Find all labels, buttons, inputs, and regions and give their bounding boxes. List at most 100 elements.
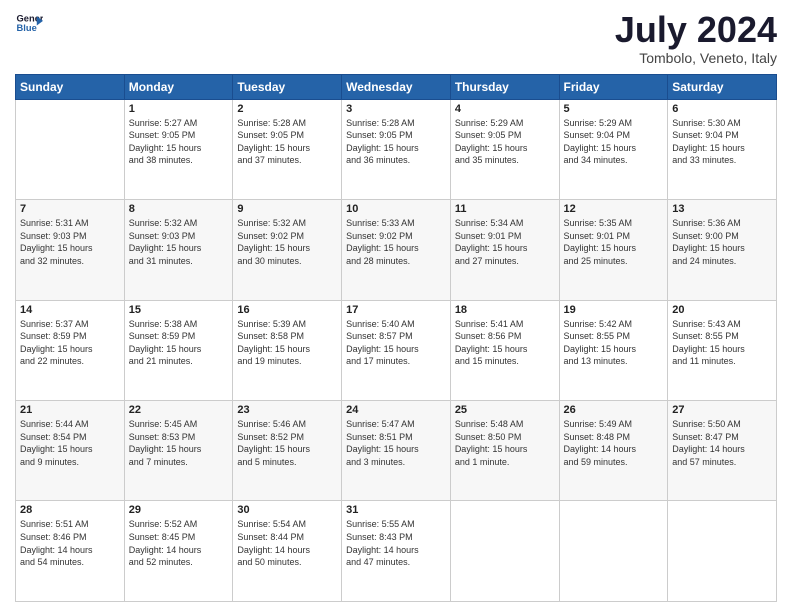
day-info: Sunrise: 5:29 AM Sunset: 9:04 PM Dayligh… xyxy=(564,117,664,167)
day-header-thursday: Thursday xyxy=(450,74,559,99)
calendar-cell: 5 Sunrise: 5:29 AM Sunset: 9:04 PM Daylig… xyxy=(559,99,668,199)
calendar-table: SundayMondayTuesdayWednesdayThursdayFrid… xyxy=(15,74,777,602)
day-number: 15 xyxy=(129,304,229,316)
calendar-cell: 28Sunrise: 5:51 AM Sunset: 8:46 PM Dayli… xyxy=(16,501,125,602)
calendar-cell: 30 Sunrise: 5:54 AM Sunset: 8:44 PM Dayli… xyxy=(233,501,342,602)
calendar-cell: 1Sunrise: 5:27 AM Sunset: 9:05 PM Daylig… xyxy=(124,99,233,199)
day-number: 29 xyxy=(129,504,229,516)
calendar-cell: 31Sunrise: 5:55 AM Sunset: 8:43 PM Dayli… xyxy=(342,501,451,602)
day-number: 11 xyxy=(455,203,555,215)
day-number: 18 xyxy=(455,304,555,316)
calendar-cell: 27 Sunrise: 5:50 AM Sunset: 8:47 PM Dayli… xyxy=(668,401,777,501)
day-number: 24 xyxy=(346,404,446,416)
calendar-cell xyxy=(450,501,559,602)
day-info: Sunrise: 5:46 AM Sunset: 8:52 PM Dayligh… xyxy=(237,418,337,468)
day-number: 22 xyxy=(129,404,229,416)
day-number: 5 xyxy=(564,103,664,115)
day-info: Sunrise: 5:35 AM Sunset: 9:01 PM Dayligh… xyxy=(564,217,664,267)
calendar-cell: 26 Sunrise: 5:49 AM Sunset: 8:48 PM Dayli… xyxy=(559,401,668,501)
calendar-cell: 11 Sunrise: 5:34 AM Sunset: 9:01 PM Dayli… xyxy=(450,200,559,300)
calendar-cell: 2Sunrise: 5:28 AM Sunset: 9:05 PM Daylig… xyxy=(233,99,342,199)
calendar-cell: 22Sunrise: 5:45 AM Sunset: 8:53 PM Dayli… xyxy=(124,401,233,501)
day-info: Sunrise: 5:28 AM Sunset: 9:05 PM Dayligh… xyxy=(346,117,446,167)
day-number: 9 xyxy=(237,203,337,215)
calendar-cell: 7 Sunrise: 5:31 AM Sunset: 9:03 PM Daylig… xyxy=(16,200,125,300)
calendar-cell: 4 Sunrise: 5:29 AM Sunset: 9:05 PM Daylig… xyxy=(450,99,559,199)
day-number: 13 xyxy=(672,203,772,215)
day-info: Sunrise: 5:38 AM Sunset: 8:59 PM Dayligh… xyxy=(129,318,229,368)
day-info: Sunrise: 5:31 AM Sunset: 9:03 PM Dayligh… xyxy=(20,217,120,267)
calendar-cell: 15 Sunrise: 5:38 AM Sunset: 8:59 PM Dayli… xyxy=(124,300,233,400)
logo-icon: General Blue xyxy=(15,10,43,38)
day-info: Sunrise: 5:51 AM Sunset: 8:46 PM Dayligh… xyxy=(20,518,120,568)
calendar-header-row: SundayMondayTuesdayWednesdayThursdayFrid… xyxy=(16,74,777,99)
day-number: 4 xyxy=(455,103,555,115)
day-number: 8 xyxy=(129,203,229,215)
day-number: 25 xyxy=(455,404,555,416)
day-info: Sunrise: 5:44 AM Sunset: 8:54 PM Dayligh… xyxy=(20,418,120,468)
calendar-cell: 8 Sunrise: 5:32 AM Sunset: 9:03 PM Daylig… xyxy=(124,200,233,300)
calendar-cell: 20 Sunrise: 5:43 AM Sunset: 8:55 PM Dayli… xyxy=(668,300,777,400)
day-info: Sunrise: 5:49 AM Sunset: 8:48 PM Dayligh… xyxy=(564,418,664,468)
day-number: 30 xyxy=(237,504,337,516)
day-info: Sunrise: 5:47 AM Sunset: 8:51 PM Dayligh… xyxy=(346,418,446,468)
week-row-1: 1Sunrise: 5:27 AM Sunset: 9:05 PM Daylig… xyxy=(16,99,777,199)
day-info: Sunrise: 5:39 AM Sunset: 8:58 PM Dayligh… xyxy=(237,318,337,368)
day-info: Sunrise: 5:36 AM Sunset: 9:00 PM Dayligh… xyxy=(672,217,772,267)
day-number: 19 xyxy=(564,304,664,316)
location: Tombolo, Veneto, Italy xyxy=(615,50,777,66)
week-row-5: 28Sunrise: 5:51 AM Sunset: 8:46 PM Dayli… xyxy=(16,501,777,602)
day-header-friday: Friday xyxy=(559,74,668,99)
calendar-cell: 25Sunrise: 5:48 AM Sunset: 8:50 PM Dayli… xyxy=(450,401,559,501)
day-info: Sunrise: 5:28 AM Sunset: 9:05 PM Dayligh… xyxy=(237,117,337,167)
calendar-cell: 19 Sunrise: 5:42 AM Sunset: 8:55 PM Dayli… xyxy=(559,300,668,400)
day-info: Sunrise: 5:32 AM Sunset: 9:03 PM Dayligh… xyxy=(129,217,229,267)
day-info: Sunrise: 5:54 AM Sunset: 8:44 PM Dayligh… xyxy=(237,518,337,568)
calendar-cell xyxy=(16,99,125,199)
day-number: 6 xyxy=(672,103,772,115)
calendar-cell: 6 Sunrise: 5:30 AM Sunset: 9:04 PM Daylig… xyxy=(668,99,777,199)
day-number: 7 xyxy=(20,203,120,215)
page: General Blue July 2024 Tombolo, Veneto, … xyxy=(0,0,792,612)
day-number: 23 xyxy=(237,404,337,416)
calendar-cell xyxy=(559,501,668,602)
day-number: 21 xyxy=(20,404,120,416)
day-info: Sunrise: 5:43 AM Sunset: 8:55 PM Dayligh… xyxy=(672,318,772,368)
day-number: 1 xyxy=(129,103,229,115)
day-header-wednesday: Wednesday xyxy=(342,74,451,99)
day-info: Sunrise: 5:55 AM Sunset: 8:43 PM Dayligh… xyxy=(346,518,446,568)
calendar-cell: 9Sunrise: 5:32 AM Sunset: 9:02 PM Daylig… xyxy=(233,200,342,300)
day-info: Sunrise: 5:33 AM Sunset: 9:02 PM Dayligh… xyxy=(346,217,446,267)
day-header-monday: Monday xyxy=(124,74,233,99)
day-number: 3 xyxy=(346,103,446,115)
header: General Blue July 2024 Tombolo, Veneto, … xyxy=(15,10,777,66)
day-info: Sunrise: 5:30 AM Sunset: 9:04 PM Dayligh… xyxy=(672,117,772,167)
day-info: Sunrise: 5:42 AM Sunset: 8:55 PM Dayligh… xyxy=(564,318,664,368)
day-number: 17 xyxy=(346,304,446,316)
day-info: Sunrise: 5:50 AM Sunset: 8:47 PM Dayligh… xyxy=(672,418,772,468)
day-header-sunday: Sunday xyxy=(16,74,125,99)
calendar-cell: 21 Sunrise: 5:44 AM Sunset: 8:54 PM Dayli… xyxy=(16,401,125,501)
calendar-cell: 18 Sunrise: 5:41 AM Sunset: 8:56 PM Dayli… xyxy=(450,300,559,400)
day-info: Sunrise: 5:29 AM Sunset: 9:05 PM Dayligh… xyxy=(455,117,555,167)
calendar-cell: 12Sunrise: 5:35 AM Sunset: 9:01 PM Dayli… xyxy=(559,200,668,300)
calendar-cell: 23 Sunrise: 5:46 AM Sunset: 8:52 PM Dayli… xyxy=(233,401,342,501)
day-header-tuesday: Tuesday xyxy=(233,74,342,99)
day-info: Sunrise: 5:40 AM Sunset: 8:57 PM Dayligh… xyxy=(346,318,446,368)
day-number: 27 xyxy=(672,404,772,416)
day-info: Sunrise: 5:41 AM Sunset: 8:56 PM Dayligh… xyxy=(455,318,555,368)
calendar-cell: 17 Sunrise: 5:40 AM Sunset: 8:57 PM Dayli… xyxy=(342,300,451,400)
logo: General Blue xyxy=(15,10,43,38)
day-header-saturday: Saturday xyxy=(668,74,777,99)
calendar-cell: 3 Sunrise: 5:28 AM Sunset: 9:05 PM Daylig… xyxy=(342,99,451,199)
svg-text:Blue: Blue xyxy=(17,23,37,33)
day-info: Sunrise: 5:34 AM Sunset: 9:01 PM Dayligh… xyxy=(455,217,555,267)
day-number: 26 xyxy=(564,404,664,416)
week-row-2: 7 Sunrise: 5:31 AM Sunset: 9:03 PM Daylig… xyxy=(16,200,777,300)
day-number: 20 xyxy=(672,304,772,316)
week-row-4: 21 Sunrise: 5:44 AM Sunset: 8:54 PM Dayli… xyxy=(16,401,777,501)
day-number: 16 xyxy=(237,304,337,316)
calendar-cell: 13 Sunrise: 5:36 AM Sunset: 9:00 PM Dayli… xyxy=(668,200,777,300)
day-info: Sunrise: 5:52 AM Sunset: 8:45 PM Dayligh… xyxy=(129,518,229,568)
calendar-cell: 14Sunrise: 5:37 AM Sunset: 8:59 PM Dayli… xyxy=(16,300,125,400)
